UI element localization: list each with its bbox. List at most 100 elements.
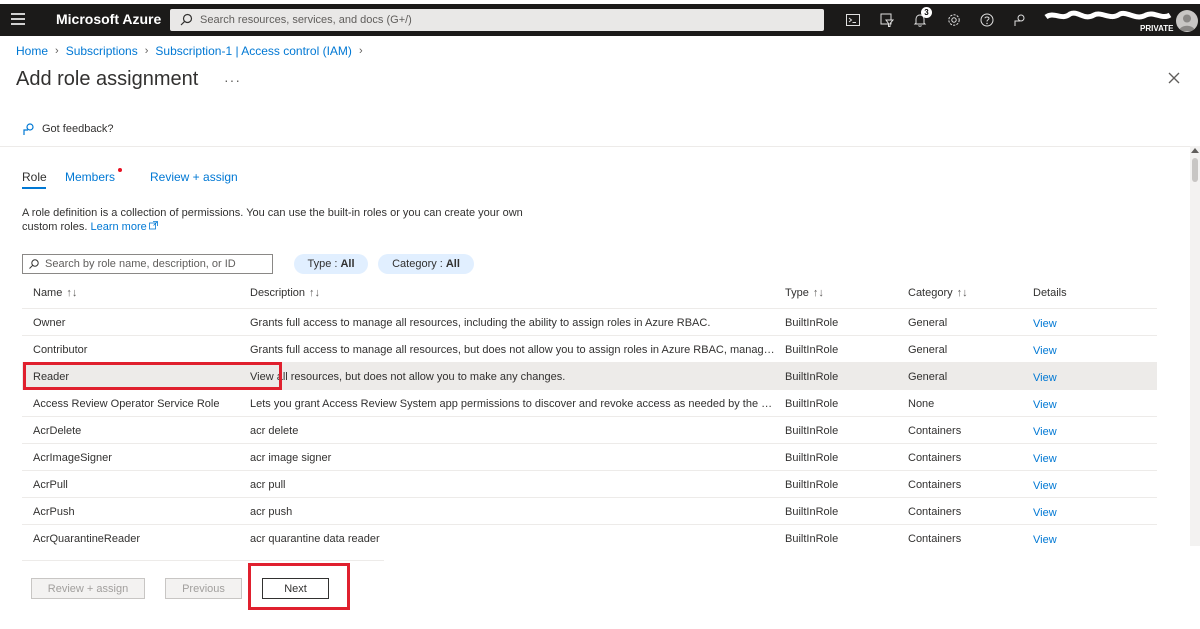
feedback-icon[interactable] <box>1012 12 1028 28</box>
role-description-cell: acr push <box>250 506 293 518</box>
role-category: Containers <box>908 506 962 518</box>
next-button-highlight <box>248 563 350 610</box>
tab-role[interactable]: Role <box>22 170 47 184</box>
global-search-input[interactable] <box>200 14 800 26</box>
role-name: AcrDelete <box>33 425 82 437</box>
breadcrumb-subscriptions[interactable]: Subscriptions <box>66 44 138 58</box>
role-name: AcrPull <box>33 479 68 491</box>
view-details-link[interactable]: View <box>1033 399 1093 411</box>
role-type: BuiltInRole <box>785 533 839 545</box>
view-details-link[interactable]: View <box>1033 507 1093 519</box>
view-details-link[interactable]: View <box>1033 453 1093 465</box>
column-header-type[interactable]: Type ↑↓ <box>785 287 824 299</box>
table-row[interactable]: AcrImageSigner acr image signer BuiltInR… <box>22 444 1157 471</box>
role-category: General <box>908 344 948 356</box>
role-description-cell: acr pull <box>250 479 286 491</box>
account-name-redacted[interactable] <box>1044 9 1172 23</box>
account-directory-label: PRIVATE <box>1140 24 1174 33</box>
breadcrumb-subscription-iam[interactable]: Subscription-1 | Access control (IAM) <box>155 44 352 58</box>
notification-count-badge: 3 <box>921 7 932 18</box>
role-type: BuiltInRole <box>785 506 839 518</box>
sort-icon[interactable]: ↑↓ <box>813 287 824 299</box>
help-question-icon[interactable] <box>979 12 995 28</box>
table-row[interactable]: AcrDelete acr delete BuiltInRole Contain… <box>22 417 1157 444</box>
type-filter-pill[interactable]: Type : All <box>294 254 368 274</box>
close-icon[interactable] <box>1166 70 1182 86</box>
avatar[interactable] <box>1176 10 1198 32</box>
role-category: Containers <box>908 479 962 491</box>
search-icon <box>29 259 39 269</box>
column-header-name-label: Name <box>33 287 63 299</box>
settings-gear-icon[interactable] <box>946 12 962 28</box>
table-row[interactable]: AcrPull acr pull BuiltInRole Containers … <box>22 471 1157 498</box>
directory-filter-icon[interactable] <box>879 12 895 28</box>
role-name: Contributor <box>33 344 88 356</box>
role-category: General <box>908 317 948 329</box>
tab-review-assign[interactable]: Review + assign <box>150 170 238 184</box>
role-name: AcrPush <box>33 506 75 518</box>
footer-divider <box>22 560 384 561</box>
role-type: BuiltInRole <box>785 398 839 410</box>
vertical-scrollbar[interactable] <box>1190 146 1200 546</box>
scrollbar-thumb[interactable] <box>1192 158 1198 182</box>
table-row[interactable]: Contributor Grants full access to manage… <box>22 336 1157 363</box>
chevron-right-icon: › <box>358 45 363 57</box>
feedback-link[interactable]: Got feedback? <box>22 122 114 136</box>
view-details-link[interactable]: View <box>1033 318 1093 330</box>
view-details-link[interactable]: View <box>1033 426 1093 438</box>
scroll-up-arrow-icon[interactable] <box>1191 148 1199 153</box>
role-description-cell: acr image signer <box>250 452 332 464</box>
tab-members[interactable]: Members <box>65 170 115 184</box>
category-filter-pill[interactable]: Category : All <box>378 254 474 274</box>
header-divider <box>0 146 1190 147</box>
role-type: BuiltInRole <box>785 452 839 464</box>
sort-icon[interactable]: ↑↓ <box>957 287 968 299</box>
learn-more-link[interactable]: Learn more <box>90 221 158 233</box>
role-description-cell: Grants full access to manage all resourc… <box>250 317 711 329</box>
review-assign-button[interactable]: Review + assign <box>31 578 145 599</box>
view-details-link[interactable]: View <box>1033 480 1093 492</box>
page-title: Add role assignment <box>16 68 199 90</box>
role-description-cell: View all resources, but does not allow y… <box>250 371 566 383</box>
column-header-category[interactable]: Category ↑↓ <box>908 287 968 299</box>
role-type: BuiltInRole <box>785 425 839 437</box>
role-category: Containers <box>908 452 962 464</box>
role-category: None <box>908 398 935 410</box>
role-description-cell: acr quarantine data reader <box>250 533 380 545</box>
column-header-description[interactable]: Description ↑↓ <box>250 287 320 299</box>
search-icon <box>180 13 193 26</box>
table-row[interactable]: AcrQuarantineReader acr quarantine data … <box>22 525 1157 552</box>
role-search[interactable] <box>22 254 273 274</box>
breadcrumb-home[interactable]: Home <box>16 44 48 58</box>
role-name: Access Review Operator Service Role <box>33 398 220 410</box>
members-required-dot <box>118 168 122 172</box>
more-options-icon[interactable]: ··· <box>224 72 241 88</box>
sort-icon[interactable]: ↑↓ <box>66 287 77 299</box>
column-header-name[interactable]: Name ↑↓ <box>33 287 77 299</box>
role-description-cell: acr delete <box>250 425 299 437</box>
role-description-cell: Grants full access to manage all resourc… <box>250 344 778 356</box>
brand-title[interactable]: Microsoft Azure <box>56 11 161 27</box>
column-header-type-label: Type <box>785 287 809 299</box>
breadcrumb: Home › Subscriptions › Subscription-1 | … <box>16 44 370 58</box>
chevron-right-icon: › <box>144 45 149 57</box>
previous-button[interactable]: Previous <box>165 578 242 599</box>
cloud-shell-icon[interactable] <box>845 12 861 28</box>
role-description-cell: Lets you grant Access Review System app … <box>250 398 778 410</box>
sort-icon[interactable]: ↑↓ <box>309 287 320 299</box>
view-details-link[interactable]: View <box>1033 345 1093 357</box>
feedback-label: Got feedback? <box>42 123 114 135</box>
category-filter-label: Category : <box>392 258 443 270</box>
role-search-input[interactable] <box>45 258 265 270</box>
global-search[interactable] <box>170 9 824 31</box>
notifications-bell-icon[interactable]: 3 <box>912 7 932 28</box>
hamburger-menu-icon[interactable] <box>11 13 25 27</box>
table-row[interactable]: Owner Grants full access to manage all r… <box>22 309 1157 336</box>
view-details-link[interactable]: View <box>1033 372 1093 384</box>
type-filter-label: Type : <box>307 258 338 270</box>
table-row[interactable]: AcrPush acr push BuiltInRole Containers … <box>22 498 1157 525</box>
active-tab-indicator <box>22 187 46 189</box>
feedback-person-icon <box>23 123 34 135</box>
view-details-link[interactable]: View <box>1033 534 1093 546</box>
table-row[interactable]: Access Review Operator Service Role Lets… <box>22 390 1157 417</box>
